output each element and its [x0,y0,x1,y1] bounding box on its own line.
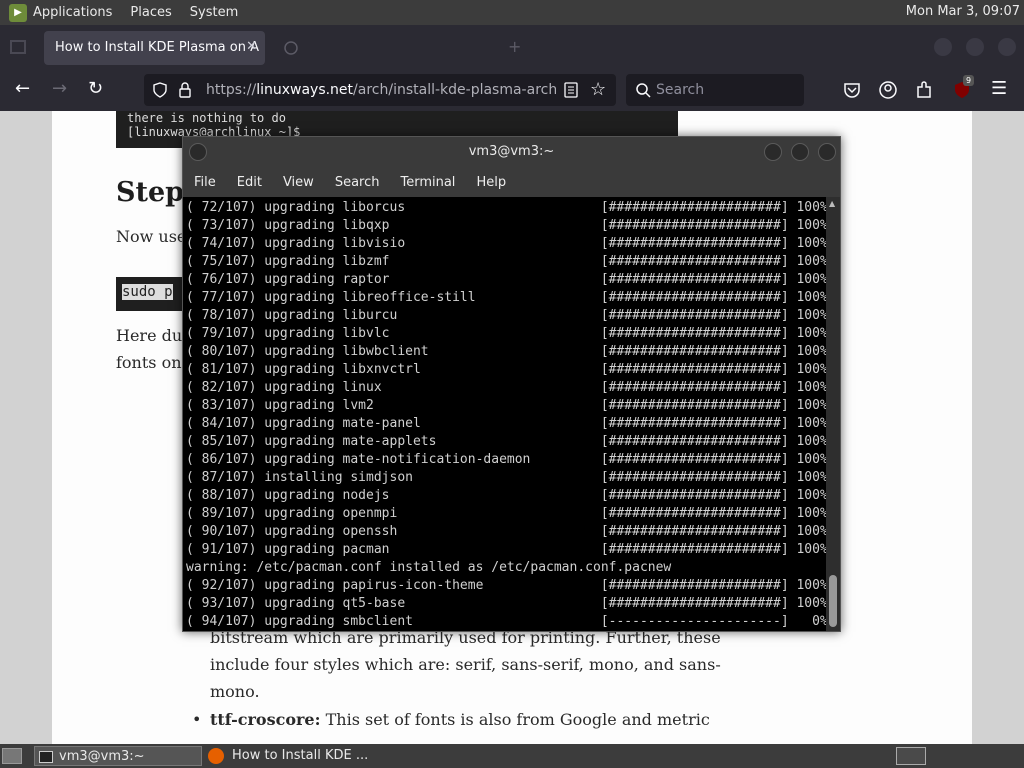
hamburger-menu-icon[interactable]: ☰ [991,79,1007,99]
terminal-line: ( 93/107) upgrading qt5-base [##########… [186,596,826,611]
terminal-line: ( 77/107) upgrading libreoffice-still [#… [186,290,826,305]
browser-tab-bar: How to Install KDE Plasma on A ✕ + [0,25,1024,69]
command-text: sudo p [122,284,173,300]
search-bar[interactable]: Search [626,74,804,106]
url-text: https://linuxways.net/arch/install-kde-p… [206,82,556,98]
clock[interactable]: Mon Mar 3, 09:07 [906,4,1020,19]
account-icon[interactable] [878,80,898,100]
tab-title: How to Install KDE Plasma on A [55,40,259,55]
terminal-line: ( 91/107) upgrading pacman [############… [186,542,826,557]
terminal-line: ( 80/107) upgrading libwbclient [#######… [186,344,826,359]
list-text: mono. [210,682,260,701]
terminal-line: ( 75/107) upgrading libzmf [############… [186,254,826,269]
globe-icon [284,41,298,55]
menu-edit[interactable]: Edit [237,175,262,190]
terminal-scrollbar[interactable]: ▲ [826,197,840,631]
bottom-panel: vm3@vm3:~ How to Install KDE ... [0,744,1024,768]
url-domain: linuxways.net [256,82,354,98]
close-icon[interactable] [818,143,836,161]
minimize-icon[interactable] [764,143,782,161]
terminal-line: ( 76/107) upgrading raptor [############… [186,272,826,287]
url-bar[interactable]: https://linuxways.net/arch/install-kde-p… [144,74,616,106]
taskbar-item-firefox[interactable]: How to Install KDE ... [206,746,376,766]
reader-view-icon[interactable] [564,82,578,98]
taskbar-label: How to Install KDE ... [232,748,369,763]
url-prefix: https:// [206,82,257,98]
menu-places[interactable]: Places [130,5,171,20]
terminal-titlebar[interactable]: vm3@vm3:~ [183,137,840,167]
terminal-line: ( 78/107) upgrading liburcu [###########… [186,308,826,323]
window-menu-icon[interactable] [189,143,207,161]
scrollbar-thumb[interactable] [829,575,837,627]
terminal-line: ( 85/107) upgrading mate-applets [######… [186,434,826,449]
terminal-line: ( 83/107) upgrading lvm2 [##############… [186,398,826,413]
terminal-line: ( 81/107) upgrading libxnvctrl [########… [186,362,826,377]
menu-view[interactable]: View [283,175,314,190]
terminal-title: vm3@vm3:~ [468,144,555,159]
url-path: /arch/install-kde-plasma-arch-linu [353,82,556,98]
taskbar-item-terminal[interactable]: vm3@vm3:~ [34,746,202,766]
terminal-line: ( 87/107) installing simdjson [#########… [186,470,826,485]
forward-icon[interactable]: → [52,79,67,99]
terminal-line: ( 94/107) upgrading smbclient [---------… [186,614,826,629]
terminal-line: ( 73/107) upgrading libqxp [############… [186,218,826,233]
tab-close-icon[interactable]: ✕ [246,39,257,54]
terminal-line: ( 90/107) upgrading openssh [###########… [186,524,826,539]
code-line: there is nothing to do [127,111,286,125]
reload-icon[interactable]: ↻ [88,79,103,99]
terminal-line: ( 88/107) upgrading nodejs [############… [186,488,826,503]
new-tab-icon[interactable]: + [508,37,521,56]
shield-icon[interactable] [152,82,168,98]
pocket-icon[interactable] [843,81,861,99]
firefox-icon [208,747,224,764]
menu-help[interactable]: Help [476,175,506,190]
top-panel: ▶ Applications Places System Mon Mar 3, … [0,0,1024,25]
search-icon [636,83,651,98]
taskbar-label: vm3@vm3:~ [59,749,145,764]
list-text: include four styles which are: serif, sa… [210,655,721,674]
menu-applications[interactable]: Applications [33,5,112,20]
tab-kde-plasma[interactable]: How to Install KDE Plasma on A ✕ [44,31,265,65]
list-text: This set of fonts is also from Google an… [320,710,710,729]
bookmark-star-icon[interactable]: ☆ [590,79,606,100]
terminal-line: ( 74/107) upgrading libvisio [##########… [186,236,826,251]
maximize-window-icon[interactable] [966,38,984,56]
terminal-line: ( 86/107) upgrading mate-notification-da… [186,452,826,467]
terminal-line: ( 84/107) upgrading mate-panel [########… [186,416,826,431]
terminal-line: ( 72/107) upgrading liborcus [##########… [186,200,826,215]
menu-search[interactable]: Search [335,175,380,190]
terminal-line: ( 79/107) upgrading libvlc [############… [186,326,826,341]
workspace-switcher[interactable] [896,747,926,765]
terminal-line: ( 82/107) upgrading linux [#############… [186,380,826,395]
lock-icon[interactable] [178,82,192,98]
menu-system[interactable]: System [190,5,238,20]
distro-logo-icon[interactable]: ▶ [9,3,27,22]
extensions-icon[interactable] [915,80,933,100]
list-item-croscore: ttf-croscore: This set of fonts is also … [210,710,710,729]
terminal-line: warning: /etc/pacman.conf installed as /… [186,560,672,575]
tab-overview-icon[interactable] [10,40,26,54]
maximize-icon[interactable] [791,143,809,161]
extension-badge: 9 [963,75,974,86]
show-desktop-icon[interactable] [2,748,22,764]
terminal-output[interactable]: ( 72/107) upgrading liborcus [##########… [183,197,826,631]
terminal-line: ( 92/107) upgrading papirus-icon-theme [… [186,578,826,593]
terminal-menubar: File Edit View Search Terminal Help [183,167,840,197]
terminal-window[interactable]: vm3@vm3:~ File Edit View Search Terminal… [182,136,841,632]
back-icon[interactable]: ← [15,79,30,99]
search-placeholder: Search [656,82,705,98]
terminal-app-icon [39,750,53,763]
close-window-icon[interactable] [998,38,1016,56]
menu-terminal[interactable]: Terminal [400,175,455,190]
tab-second[interactable] [275,31,505,65]
terminal-line: ( 89/107) upgrading openmpi [###########… [186,506,826,521]
list-bullet: • [192,710,202,729]
menu-file[interactable]: File [194,175,216,190]
navigation-bar: ← → ↻ https://linuxways.net/arch/install… [0,69,1024,111]
list-term: ttf-croscore: [210,710,321,729]
scroll-up-icon[interactable]: ▲ [829,199,835,208]
paragraph-text: Now use [116,227,187,246]
minimize-window-icon[interactable] [934,38,952,56]
